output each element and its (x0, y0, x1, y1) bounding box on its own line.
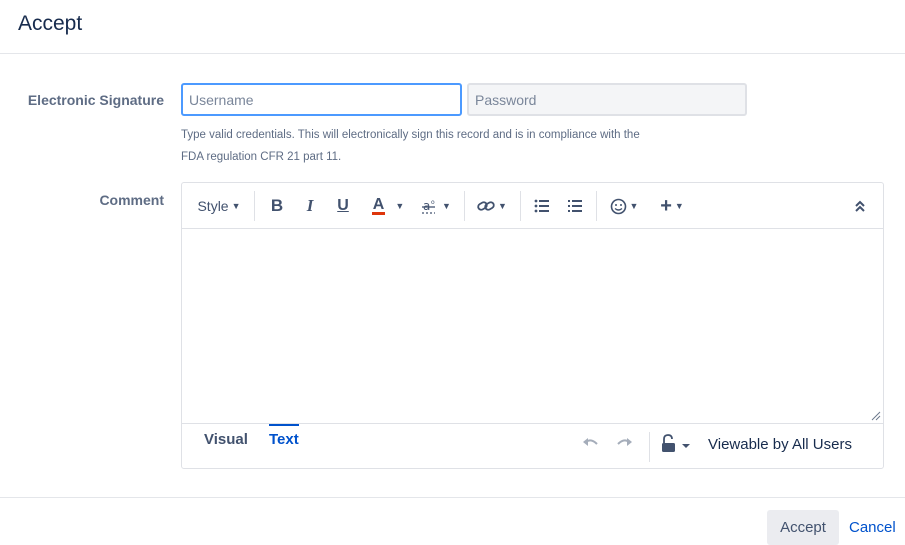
cancel-button[interactable]: Cancel (849, 510, 896, 545)
toolbar-divider (596, 191, 597, 221)
italic-button[interactable]: I (297, 191, 323, 221)
chevron-down-icon: ▼ (231, 201, 241, 211)
link-icon (477, 201, 495, 211)
comment-textarea[interactable] (182, 229, 883, 423)
numbered-list-button[interactable] (563, 191, 587, 221)
chevron-down-icon: ▼ (498, 201, 507, 211)
bullet-list-button[interactable] (530, 191, 554, 221)
chevron-down-icon: ▼ (442, 201, 451, 211)
toolbar-divider (254, 191, 255, 221)
link-button[interactable]: ▼ (474, 191, 510, 221)
redo-icon (617, 438, 632, 446)
svg-text:o: o (431, 199, 435, 206)
redo-button[interactable] (615, 434, 633, 455)
formatting-icon: a o (422, 199, 436, 214)
insert-icon: + (660, 194, 672, 217)
collapse-icon (855, 200, 865, 212)
toolbar-divider (464, 191, 465, 221)
bold-button[interactable]: B (264, 191, 290, 221)
style-dropdown[interactable]: Style ▼ (192, 191, 246, 221)
signature-help-line-2: FDA regulation CFR 21 part 11. (181, 151, 342, 163)
toolbar-divider (520, 191, 521, 221)
restrictions-button[interactable] (660, 434, 694, 459)
style-dropdown-label: Style (197, 198, 229, 214)
footer-divider (649, 432, 650, 462)
tab-visual[interactable]: Visual (204, 424, 248, 448)
editor-footer: Visual Text Viewable by All Users (182, 423, 883, 468)
signature-label: Electronic Signature (27, 92, 164, 108)
resize-handle-icon[interactable] (871, 411, 881, 421)
chevron-down-icon: ▼ (395, 201, 405, 211)
username-input[interactable] (181, 83, 462, 116)
dialog-title: Accept (18, 12, 83, 35)
text-color-icon: A (371, 196, 386, 215)
emoji-icon (610, 198, 626, 214)
header-divider (0, 53, 905, 54)
editor-toolbar: Style ▼ B I U A ▼ a o ▼ ▼ ▼ + ▼ (182, 183, 883, 229)
tab-text[interactable]: Text (269, 424, 299, 448)
accept-button[interactable]: Accept (767, 510, 839, 545)
bullet-list-icon (534, 199, 549, 213)
bold-icon: B (270, 196, 284, 215)
chevron-down-icon: ▼ (629, 201, 639, 211)
text-color-button[interactable]: A ▼ (364, 191, 412, 221)
comment-editor: Style ▼ B I U A ▼ a o ▼ ▼ ▼ + ▼ Visual T… (181, 182, 884, 469)
viewable-status: Viewable by All Users (708, 436, 852, 453)
emoji-button[interactable]: ▼ (606, 191, 642, 221)
footer-divider-line (0, 497, 905, 498)
numbered-list-icon (568, 200, 582, 212)
chevron-down-icon: ▼ (674, 201, 684, 211)
undo-icon (583, 438, 598, 446)
password-input[interactable] (467, 83, 747, 116)
svg-text:a: a (423, 199, 430, 213)
collapse-toolbar-button[interactable] (848, 191, 872, 221)
more-formatting-button[interactable]: a o ▼ (418, 191, 454, 221)
underline-button[interactable]: U (330, 191, 356, 221)
unlock-icon (662, 434, 690, 452)
signature-help: Type valid credentials. This will electr… (181, 124, 701, 168)
italic-icon: I (306, 196, 314, 215)
insert-button[interactable]: + ▼ (654, 191, 690, 221)
undo-button[interactable] (582, 434, 600, 455)
comment-label: Comment (99, 192, 164, 208)
underline-icon: U (337, 197, 349, 214)
signature-help-line-1: Type valid credentials. This will electr… (181, 129, 640, 141)
